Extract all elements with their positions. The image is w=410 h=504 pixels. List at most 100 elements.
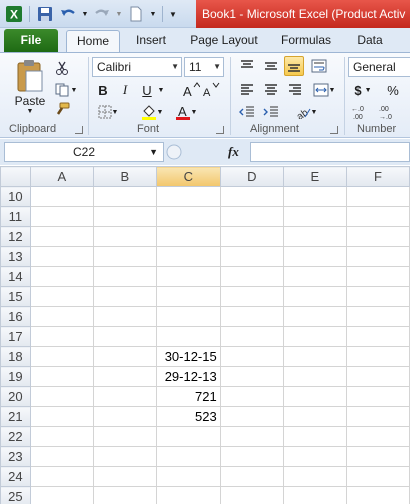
cell-e22[interactable]	[282, 426, 347, 447]
cell-a13[interactable]	[29, 246, 94, 267]
cell-a21[interactable]	[29, 406, 94, 427]
column-header-a[interactable]: A	[29, 166, 94, 187]
excel-logo-icon[interactable]: X	[4, 4, 24, 24]
cell-d11[interactable]	[219, 206, 284, 227]
cell-f12[interactable]	[345, 226, 410, 247]
cell-e23[interactable]	[282, 446, 347, 467]
cell-b11[interactable]	[92, 206, 157, 227]
decrease-indent-icon[interactable]	[238, 103, 256, 121]
cell-e20[interactable]	[282, 386, 347, 407]
cell-a22[interactable]	[29, 426, 94, 447]
cell-e14[interactable]	[282, 266, 347, 287]
row-header[interactable]: 21	[0, 406, 31, 427]
font-color-icon[interactable]: A ▼	[172, 103, 200, 121]
column-header-b[interactable]: B	[92, 166, 157, 187]
row-header[interactable]: 17	[0, 326, 31, 347]
cell-a14[interactable]	[29, 266, 94, 287]
cell-b23[interactable]	[92, 446, 157, 467]
decrease-decimal-icon[interactable]: .00 →.0	[378, 103, 400, 121]
redo-icon[interactable]	[92, 4, 112, 24]
cell-a17[interactable]	[29, 326, 94, 347]
row-header[interactable]: 10	[0, 186, 31, 207]
align-center-icon[interactable]	[262, 81, 280, 99]
row-header[interactable]: 14	[0, 266, 31, 287]
row-header[interactable]: 11	[0, 206, 31, 227]
cell-b17[interactable]	[92, 326, 157, 347]
cut-icon[interactable]	[52, 59, 72, 77]
font-dialog-launcher-icon[interactable]	[216, 126, 224, 134]
middle-align-icon[interactable]	[262, 57, 280, 75]
clipboard-dialog-launcher-icon[interactable]	[75, 126, 83, 134]
redo-dropdown-icon[interactable]: ▼	[115, 4, 123, 24]
cell-a10[interactable]	[29, 186, 94, 207]
cell-c14[interactable]	[155, 266, 221, 287]
fill-color-icon[interactable]: ▼	[138, 103, 166, 121]
cell-f15[interactable]	[345, 286, 410, 307]
cell-b14[interactable]	[92, 266, 157, 287]
cell-f19[interactable]	[345, 366, 410, 387]
cell-e18[interactable]	[282, 346, 347, 367]
cell-d18[interactable]	[219, 346, 284, 367]
cell-c20[interactable]: 721	[155, 386, 221, 407]
cell-c16[interactable]	[155, 306, 221, 327]
underline-dropdown-icon[interactable]: ▼	[156, 81, 166, 99]
cell-d10[interactable]	[219, 186, 284, 207]
cell-a18[interactable]	[29, 346, 94, 367]
align-left-icon[interactable]	[238, 81, 256, 99]
cell-f25[interactable]	[345, 486, 410, 504]
cell-b25[interactable]	[92, 486, 157, 504]
bottom-align-icon[interactable]	[284, 56, 304, 76]
cell-f10[interactable]	[345, 186, 410, 207]
cell-a19[interactable]	[29, 366, 94, 387]
cell-e12[interactable]	[282, 226, 347, 247]
new-document-icon[interactable]	[126, 4, 146, 24]
cell-f13[interactable]	[345, 246, 410, 267]
cell-f24[interactable]	[345, 466, 410, 487]
cell-a11[interactable]	[29, 206, 94, 227]
cell-b20[interactable]	[92, 386, 157, 407]
number-format-combo[interactable]: General	[348, 57, 410, 77]
cell-b24[interactable]	[92, 466, 157, 487]
cell-c12[interactable]	[155, 226, 221, 247]
row-header[interactable]: 22	[0, 426, 31, 447]
cell-a24[interactable]	[29, 466, 94, 487]
cell-c22[interactable]	[155, 426, 221, 447]
cell-d19[interactable]	[219, 366, 284, 387]
cell-d21[interactable]	[219, 406, 284, 427]
cell-d15[interactable]	[219, 286, 284, 307]
orientation-icon[interactable]: ab ▼	[292, 103, 320, 121]
cell-d12[interactable]	[219, 226, 284, 247]
row-header[interactable]: 16	[0, 306, 31, 327]
merge-center-icon[interactable]: ▼	[310, 81, 338, 99]
percent-style-button[interactable]: %	[384, 81, 402, 99]
cell-d23[interactable]	[219, 446, 284, 467]
cell-f16[interactable]	[345, 306, 410, 327]
cell-a20[interactable]	[29, 386, 94, 407]
cell-b10[interactable]	[92, 186, 157, 207]
cell-d22[interactable]	[219, 426, 284, 447]
column-header-e[interactable]: E	[282, 166, 347, 187]
grow-font-icon[interactable]: A	[182, 81, 200, 99]
cell-c18[interactable]: 30-12-15	[155, 346, 221, 367]
cell-b18[interactable]	[92, 346, 157, 367]
shrink-font-icon[interactable]: A	[202, 81, 220, 99]
increase-indent-icon[interactable]	[262, 103, 280, 121]
underline-button[interactable]: U	[138, 81, 156, 99]
format-painter-icon[interactable]	[52, 101, 72, 119]
cell-c23[interactable]	[155, 446, 221, 467]
cell-f22[interactable]	[345, 426, 410, 447]
cell-b21[interactable]	[92, 406, 157, 427]
cell-e17[interactable]	[282, 326, 347, 347]
italic-button[interactable]: I	[116, 81, 134, 99]
font-size-combo[interactable]: 11 ▼	[184, 57, 224, 77]
top-align-icon[interactable]	[238, 57, 256, 75]
cell-c15[interactable]	[155, 286, 221, 307]
cell-c11[interactable]	[155, 206, 221, 227]
save-icon[interactable]	[35, 4, 55, 24]
formula-bar-splitter-icon[interactable]	[166, 142, 196, 162]
cell-d17[interactable]	[219, 326, 284, 347]
cell-d16[interactable]	[219, 306, 284, 327]
cell-f23[interactable]	[345, 446, 410, 467]
undo-dropdown-icon[interactable]: ▼	[81, 4, 89, 24]
cell-a15[interactable]	[29, 286, 94, 307]
